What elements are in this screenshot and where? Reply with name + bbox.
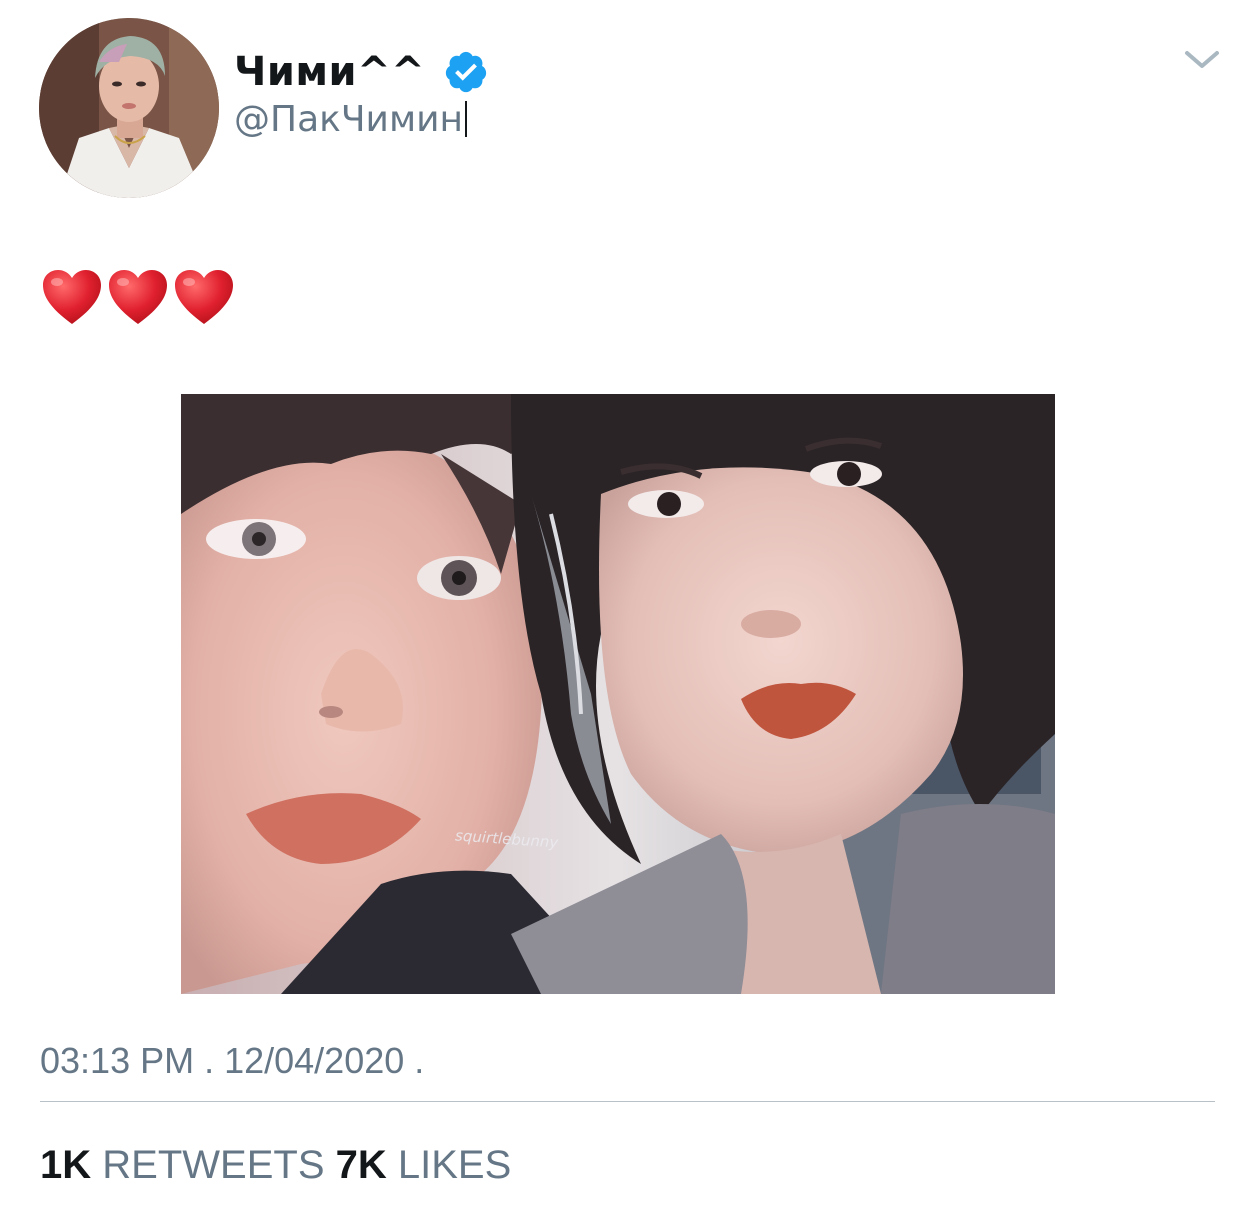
heart-icon [109, 270, 167, 324]
retweets-count: 1K [40, 1143, 92, 1187]
tweet-media-photo[interactable] [181, 394, 1055, 994]
user-handle[interactable]: @ПакЧимин [234, 99, 468, 140]
retweets-stat[interactable]: 1K RETWEETS [40, 1143, 325, 1187]
heart-icon [43, 270, 101, 324]
display-name[interactable]: Чими^^ [234, 49, 425, 95]
verified-badge-icon [445, 51, 487, 93]
text-cursor [465, 101, 468, 137]
avatar-image [39, 18, 219, 198]
user-handle-text: @ПакЧимин [234, 99, 464, 140]
likes-count: 7K [335, 1143, 387, 1187]
retweets-label: RETWEETS [102, 1143, 325, 1187]
heart-icon [175, 270, 233, 324]
likes-stat[interactable]: 7K LIKES [336, 1143, 512, 1187]
likes-label: LIKES [397, 1143, 512, 1187]
tweet-text [40, 266, 236, 330]
chevron-down-icon[interactable] [1182, 44, 1222, 74]
display-name-row: Чими^^ [234, 42, 489, 102]
tweet-timestamp[interactable]: 03:13 PM . 12/04/2020 . [40, 1040, 424, 1082]
tweet-card: Чими^^ @ПакЧимин squirtlebunny 03:13 PM … [0, 0, 1242, 1222]
avatar[interactable] [39, 18, 219, 198]
tweet-stats: 1K RETWEETS 7K LIKES [40, 1143, 511, 1188]
divider [40, 1101, 1215, 1102]
photo-content [181, 394, 1055, 994]
